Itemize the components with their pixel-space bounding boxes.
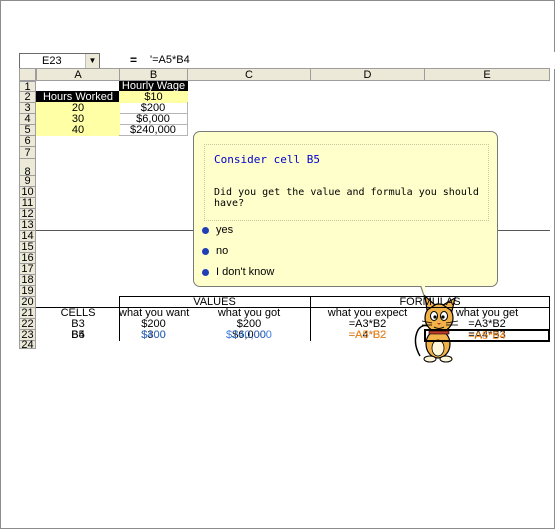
select-all-corner[interactable]	[19, 68, 36, 81]
col-header-c[interactable]: C	[187, 68, 311, 81]
name-box-value: E23	[42, 55, 62, 67]
option-yes-label: yes	[216, 224, 234, 236]
hint-balloon: Consider cell B5 Did you get the value a…	[193, 131, 498, 300]
cell-a5[interactable]: 40	[36, 124, 120, 136]
formula-equals-icon[interactable]: =	[130, 53, 137, 67]
table-row-b5-expect[interactable]: =A5*B2	[310, 330, 425, 341]
cell-b5[interactable]: $240,000	[119, 124, 188, 136]
col-header-d[interactable]: D	[310, 68, 425, 81]
option-dont-know[interactable]: I don't know	[202, 266, 274, 278]
row-header-24[interactable]: 24	[19, 340, 36, 351]
table-row-b5-get-selected[interactable]: =A5*B4	[424, 329, 550, 342]
bullet-icon	[202, 247, 209, 255]
table-row-b5-want[interactable]: $400	[119, 330, 188, 341]
option-yes[interactable]: yes	[202, 224, 233, 236]
option-no-label: no	[216, 245, 229, 257]
bullet-icon	[202, 268, 209, 276]
row-header-8[interactable]: 8	[19, 158, 36, 178]
formula-input[interactable]: '=A5*B4	[150, 53, 190, 67]
col-header-e[interactable]: E	[424, 68, 550, 81]
table-row-b5-cell[interactable]: B5	[36, 330, 120, 341]
balloon-title: Consider cell B5	[214, 153, 320, 166]
option-no[interactable]: no	[202, 245, 228, 257]
option-dont-know-label: I don't know	[216, 266, 275, 278]
chevron-down-icon[interactable]: ▼	[85, 54, 99, 68]
bullet-icon	[202, 226, 209, 234]
balloon-question: Did you get the value and formula you sh…	[214, 187, 479, 209]
col-header-a[interactable]: A	[36, 68, 120, 81]
name-box[interactable]: E23 ▼	[19, 53, 100, 69]
table-row-b5-got[interactable]: $240,000	[187, 330, 311, 341]
